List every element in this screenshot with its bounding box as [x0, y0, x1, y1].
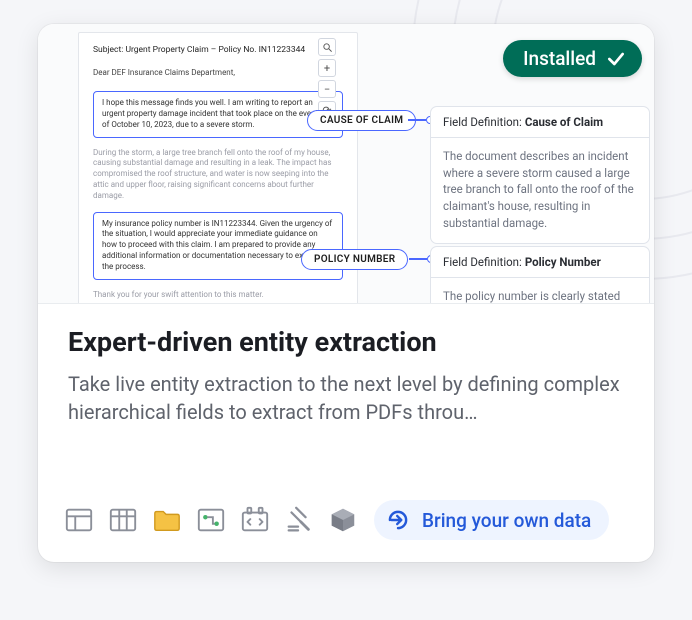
legal-gavel-icon [282, 503, 316, 537]
zoom-search[interactable] [318, 38, 336, 56]
zoom-out[interactable]: − [318, 80, 336, 98]
app-card: Subject: Urgent Property Claim – Policy … [38, 24, 654, 562]
field-card-cause: Field Definition:Cause of Claim The docu… [430, 106, 650, 244]
field-def-label: Field Definition: [443, 115, 522, 129]
doc-highlight-policy: My insurance policy number is IN11223344… [93, 212, 343, 280]
field-def-body: The policy number is clearly stated twic… [431, 278, 649, 304]
field-def-body: The document describes an incident where… [431, 138, 649, 243]
field-def-name: Policy Number [525, 255, 601, 269]
table-icon [106, 503, 140, 537]
doc-greeting: Dear DEF Insurance Claims Department, [93, 68, 343, 79]
installed-badge: Installed [503, 40, 642, 77]
check-icon [606, 49, 626, 69]
doc-highlight-cause: I hope this message finds you well. I am… [93, 91, 343, 137]
preview-panel: Subject: Urgent Property Claim – Policy … [38, 24, 654, 304]
folder-icon [150, 503, 184, 537]
bring-your-own-data-chip[interactable]: Bring your own data [374, 500, 609, 540]
arrow-enter-icon [384, 506, 412, 534]
search-icon [322, 42, 333, 53]
card-meta: Expert-driven entity extraction Take liv… [38, 304, 654, 427]
window-icon [62, 503, 96, 537]
doc-subject: Subject: Urgent Property Claim – Policy … [93, 45, 343, 56]
entity-pill-cause: CAUSE OF CLAIM [307, 110, 416, 131]
card-title: Expert-driven entity extraction [68, 326, 624, 358]
field-def-name: Cause of Claim [525, 115, 603, 129]
byod-label: Bring your own data [422, 509, 591, 532]
code-block-icon [238, 503, 272, 537]
capability-icon-row: Bring your own data [62, 500, 609, 540]
field-def-label: Field Definition: [443, 255, 522, 269]
zoom-controls: + − ⟳ [318, 38, 338, 119]
cube-icon [326, 503, 360, 537]
zoom-in[interactable]: + [318, 59, 336, 77]
workflow-icon [194, 503, 228, 537]
field-card-policy: Field Definition:Policy Number The polic… [430, 246, 650, 304]
installed-label: Installed [523, 47, 596, 70]
card-description: Take live entity extraction to the next … [68, 370, 624, 427]
doc-thanks: Thank you for your swift attention to th… [93, 290, 343, 301]
entity-pill-policy: POLICY NUMBER [301, 249, 408, 270]
doc-paragraph: During the storm, a large tree branch fe… [93, 148, 343, 202]
